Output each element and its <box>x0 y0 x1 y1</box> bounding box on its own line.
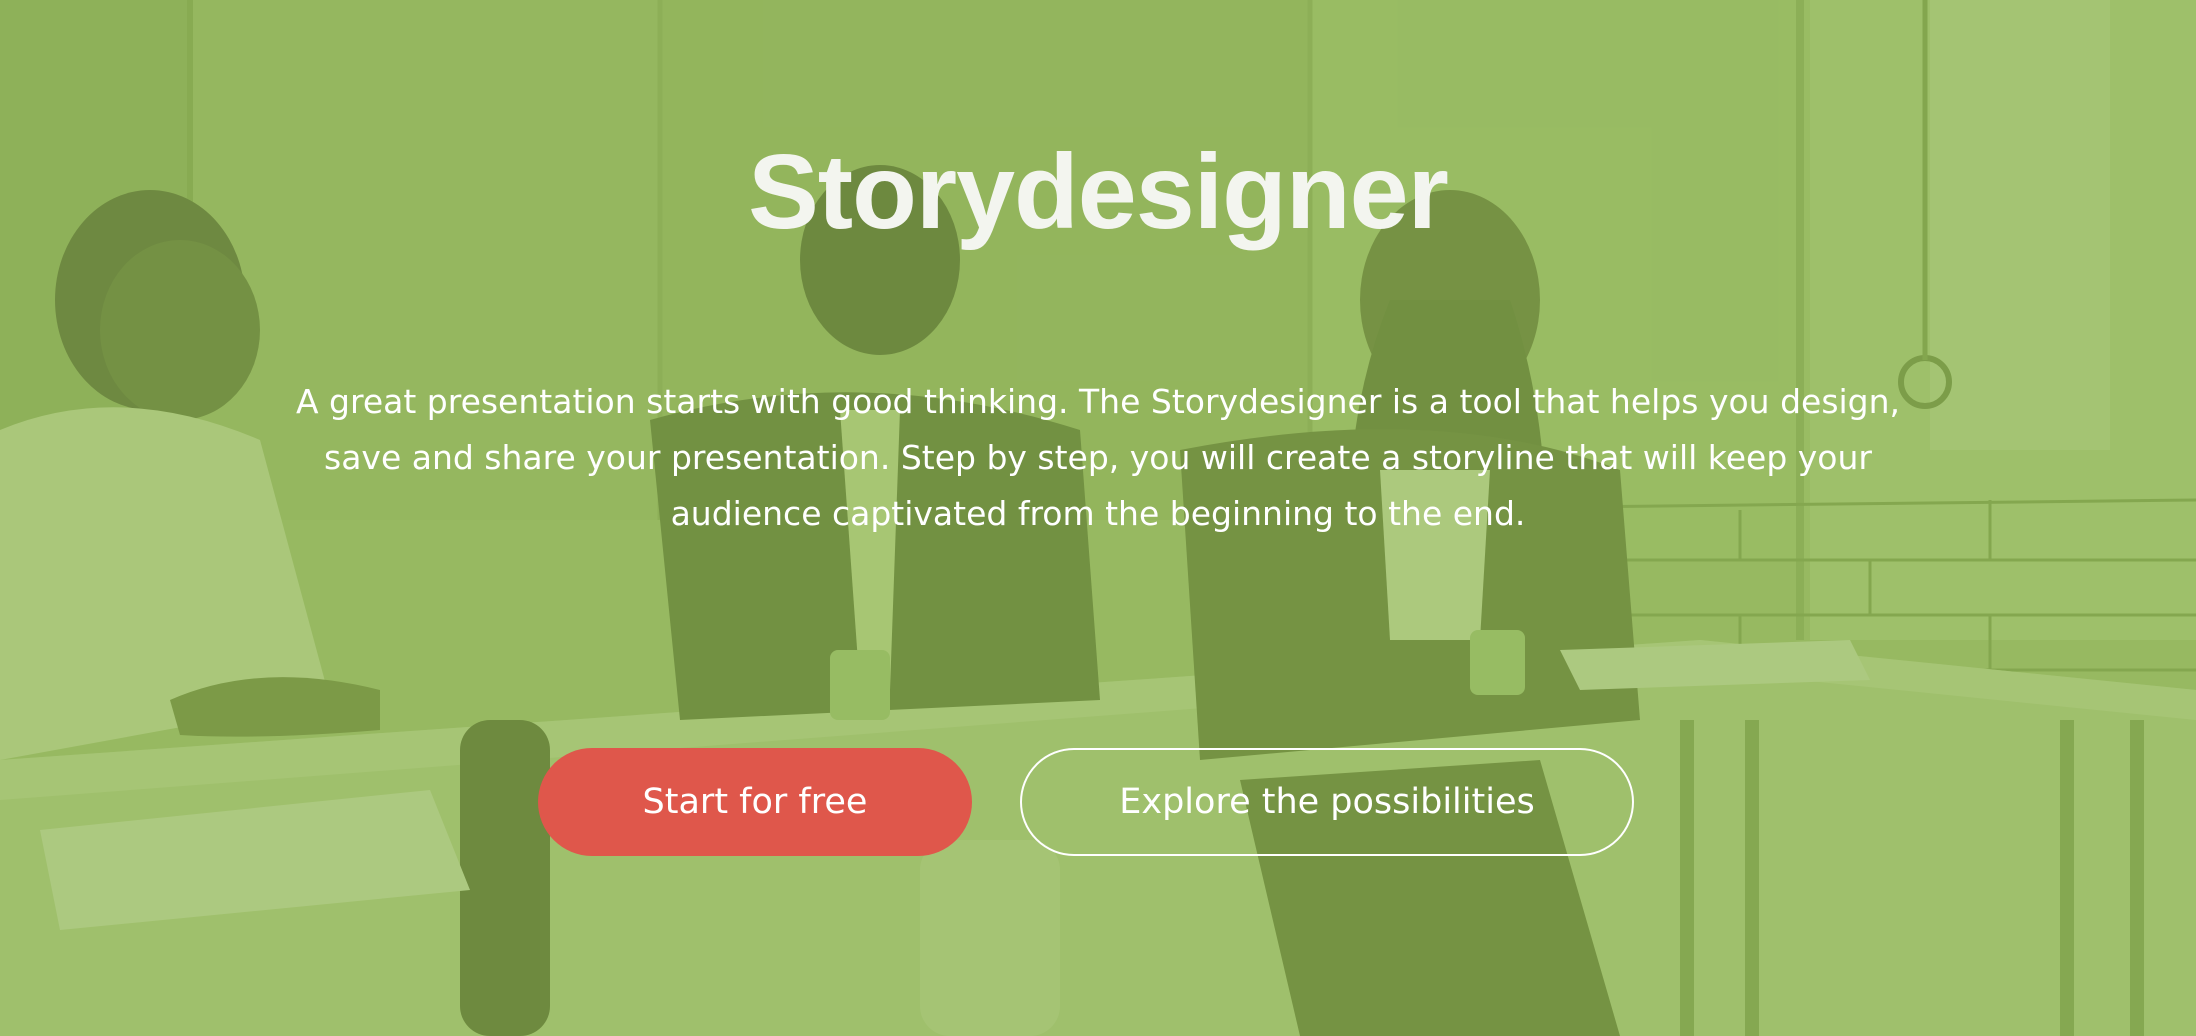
start-for-free-button[interactable]: Start for free <box>538 748 972 856</box>
hero-section: Storydesigner A great presentation start… <box>0 0 2196 1036</box>
page-title: Storydesigner <box>748 133 1449 251</box>
explore-possibilities-button[interactable]: Explore the possibilities <box>1020 748 1634 856</box>
hero-content: Storydesigner A great presentation start… <box>0 0 2196 1036</box>
hero-description: A great presentation starts with good th… <box>295 382 1901 533</box>
